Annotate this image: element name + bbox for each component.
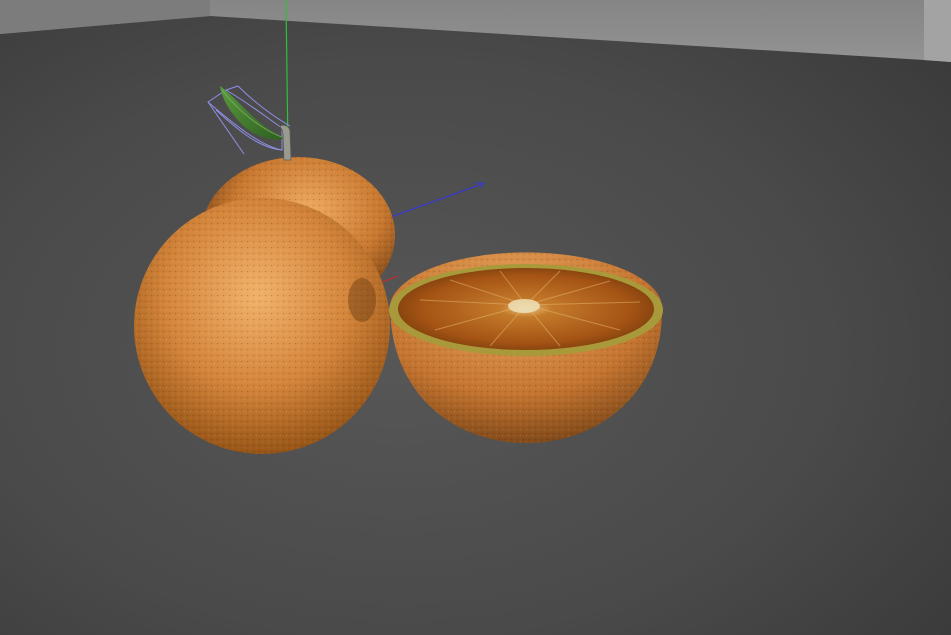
backdrop-wall-side <box>924 0 951 62</box>
half-orange-core <box>508 299 540 313</box>
viewport-scene[interactable] <box>0 0 951 635</box>
3d-viewport[interactable] <box>0 0 951 635</box>
whole-orange-front-texture <box>134 198 390 454</box>
whole-orange-front-navel <box>348 278 376 322</box>
